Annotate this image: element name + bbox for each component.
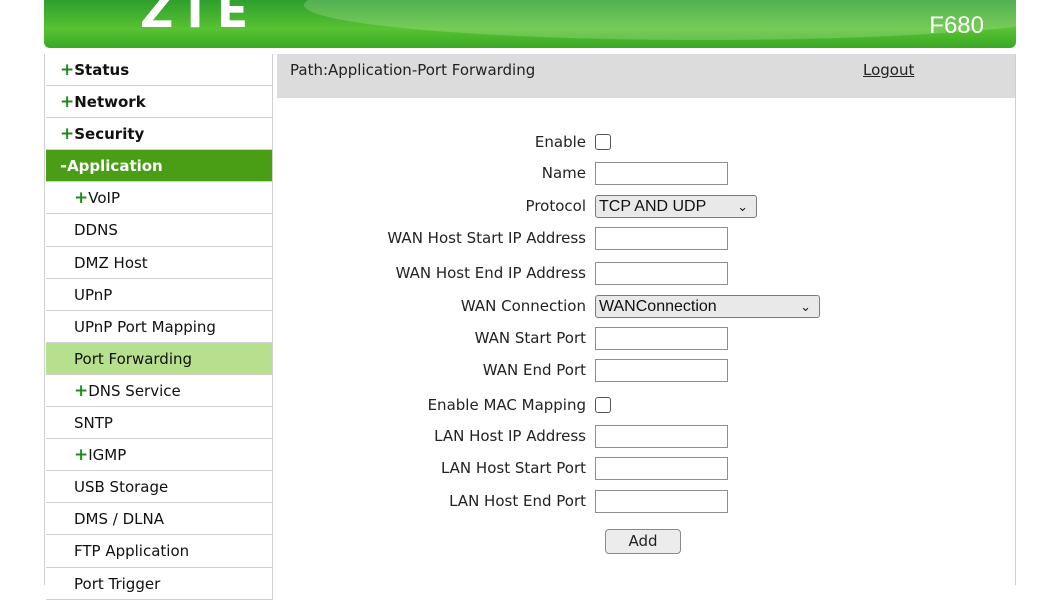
- sidebar-item-port-forwarding[interactable]: Port Forwarding: [46, 342, 273, 375]
- sidebar-item-security[interactable]: +Security: [46, 118, 273, 151]
- path-bar: Path:Application-Port Forwarding Logout: [277, 54, 1015, 98]
- sidebar-item-label: Port Forwarding: [74, 349, 193, 368]
- sidebar-item-label: VoIP: [88, 189, 120, 208]
- chevron-down-icon: ⌄: [737, 199, 748, 214]
- wan-start-port-input[interactable]: [595, 327, 728, 350]
- expand-icon: +: [60, 60, 75, 80]
- lan-host-end-port-input[interactable]: [595, 490, 728, 513]
- wan-end-port-input[interactable]: [595, 359, 728, 382]
- collapse-icon: -: [60, 156, 68, 177]
- enable-checkbox[interactable]: [595, 134, 611, 150]
- sidebar-item-label: DNS Service: [88, 381, 181, 400]
- wan-connection-row: WAN Connection WANConnection ⌄: [277, 295, 1015, 319]
- sidebar-item-label: Security: [74, 125, 145, 144]
- sidebar-item-sntp[interactable]: SNTP: [46, 407, 273, 440]
- sidebar-item-dmz-host[interactable]: DMZ Host: [46, 246, 273, 279]
- name-label: Name: [541, 164, 586, 182]
- wan-connection-label: WAN Connection: [460, 297, 586, 315]
- sidebar-item-label: Status: [74, 61, 130, 79]
- wan-end-port-row: WAN End Port: [277, 359, 1015, 383]
- model-label: F680: [929, 12, 984, 39]
- sidebar-item-label: Application: [67, 157, 163, 176]
- header-banner: ZTE F680: [44, 0, 1016, 48]
- lan-host-start-port-input[interactable]: [595, 457, 728, 480]
- sidebar-item-port-trigger[interactable]: Port Trigger: [46, 567, 273, 600]
- wan-host-end-input[interactable]: [595, 262, 728, 285]
- wan-end-port-label: WAN End Port: [482, 361, 586, 379]
- wan-host-end-label: WAN Host End IP Address: [395, 264, 586, 282]
- expand-icon: +: [60, 124, 75, 145]
- sidebar-item-upnp[interactable]: UPnP: [46, 278, 273, 311]
- sidebar-item-dns-service[interactable]: +DNS Service: [46, 374, 273, 408]
- lan-host-end-port-label: LAN Host End Port: [449, 492, 586, 510]
- lan-host-start-port-row: LAN Host Start Port: [277, 457, 1015, 481]
- lan-host-end-port-row: LAN Host End Port: [277, 490, 1015, 514]
- breadcrumb: Path:Application-Port Forwarding: [290, 61, 536, 79]
- wan-connection-value: WANConnection: [599, 298, 717, 315]
- sidebar: +Status +Network +Security -Application …: [46, 54, 273, 600]
- sidebar-item-label: UPnP: [74, 285, 113, 304]
- wan-host-start-input[interactable]: [595, 227, 728, 250]
- wan-host-end-row: WAN Host End IP Address: [277, 262, 1015, 286]
- name-row: Name: [277, 162, 1015, 186]
- sidebar-item-usb-storage[interactable]: USB Storage: [46, 471, 273, 504]
- sidebar-item-upnp-port-mapping[interactable]: UPnP Port Mapping: [46, 310, 273, 343]
- logout-link[interactable]: Logout: [863, 61, 914, 79]
- enable-mac-row: Enable MAC Mapping: [277, 394, 1015, 418]
- wan-start-port-label: WAN Start Port: [474, 329, 586, 347]
- chevron-down-icon: ⌄: [800, 299, 811, 314]
- enable-mac-checkbox[interactable]: [595, 397, 611, 413]
- sidebar-item-dms-dlna[interactable]: DMS / DLNA: [46, 503, 273, 536]
- sidebar-item-ddns[interactable]: DDNS: [46, 214, 273, 247]
- sidebar-item-application[interactable]: -Application: [46, 150, 273, 183]
- sidebar-item-label: UPnP Port Mapping: [74, 317, 216, 336]
- protocol-label: Protocol: [525, 197, 586, 215]
- expand-icon: +: [60, 92, 75, 113]
- expand-icon: +: [74, 380, 89, 401]
- add-button[interactable]: Add: [605, 529, 681, 554]
- sidebar-item-label: Port Trigger: [74, 574, 161, 593]
- sidebar-item-label: DMS / DLNA: [74, 510, 164, 529]
- sidebar-item-label: Network: [74, 93, 146, 112]
- enable-mac-label: Enable MAC Mapping: [427, 396, 586, 414]
- sidebar-item-ftp-application[interactable]: FTP Application: [46, 535, 273, 568]
- protocol-select[interactable]: TCP AND UDP ⌄: [595, 195, 757, 218]
- wan-start-port-row: WAN Start Port: [277, 327, 1015, 351]
- sidebar-item-label: FTP Application: [74, 542, 190, 561]
- sidebar-item-label: USB Storage: [74, 478, 169, 497]
- wan-connection-select[interactable]: WANConnection ⌄: [595, 295, 820, 318]
- wan-host-start-label: WAN Host Start IP Address: [387, 229, 586, 247]
- lan-host-ip-row: LAN Host IP Address: [277, 425, 1015, 449]
- zte-logo: ZTE: [140, 0, 255, 38]
- sidebar-item-label: DMZ Host: [74, 253, 148, 272]
- banner-wave: [304, 0, 1016, 40]
- enable-row: Enable: [277, 131, 1015, 155]
- sidebar-item-network[interactable]: +Network: [46, 86, 273, 119]
- expand-icon: +: [74, 188, 89, 209]
- sidebar-item-label: SNTP: [74, 414, 113, 433]
- protocol-row: Protocol TCP AND UDP ⌄: [277, 195, 1015, 219]
- sidebar-item-label: IGMP: [88, 446, 127, 465]
- sidebar-item-igmp[interactable]: +IGMP: [46, 439, 273, 472]
- enable-label: Enable: [534, 133, 586, 151]
- lan-host-ip-label: LAN Host IP Address: [434, 427, 586, 445]
- protocol-value: TCP AND UDP: [599, 198, 707, 215]
- sidebar-item-status[interactable]: +Status: [46, 54, 273, 87]
- sidebar-item-voip[interactable]: +VoIP: [46, 182, 273, 215]
- wan-host-start-row: WAN Host Start IP Address: [277, 227, 1015, 251]
- name-input[interactable]: [595, 162, 728, 185]
- sidebar-item-label: DDNS: [74, 221, 118, 240]
- lan-host-ip-input[interactable]: [595, 425, 728, 448]
- expand-icon: +: [74, 445, 89, 466]
- lan-host-start-port-label: LAN Host Start Port: [440, 459, 586, 477]
